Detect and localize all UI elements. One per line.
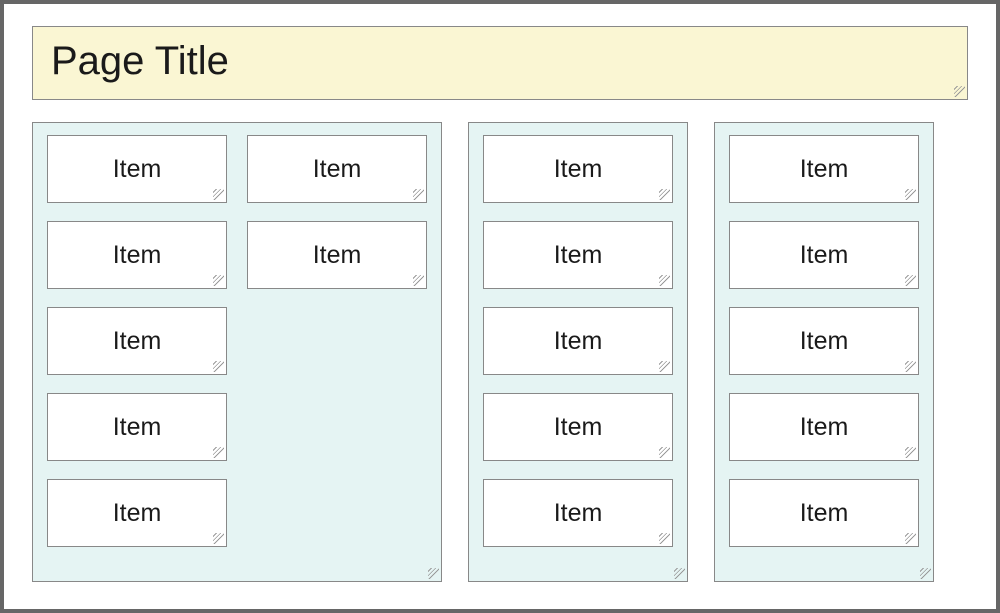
item-label: Item — [113, 241, 162, 270]
column-1-right: Item Item — [247, 135, 427, 547]
list-item[interactable]: Item — [47, 393, 227, 461]
resize-handle-icon — [213, 275, 224, 286]
resize-handle-icon — [213, 189, 224, 200]
page-title: Page Title — [51, 39, 229, 83]
column-3[interactable]: Item Item Item Item Item — [714, 122, 934, 582]
resize-handle-icon — [905, 447, 916, 458]
resize-handle-icon — [413, 189, 424, 200]
column-1-left: Item Item Item Item — [47, 135, 227, 547]
item-label: Item — [554, 155, 603, 184]
list-item[interactable]: Item — [729, 307, 919, 375]
item-label: Item — [113, 499, 162, 528]
list-item[interactable]: Item — [483, 393, 673, 461]
list-item[interactable]: Item — [47, 221, 227, 289]
resize-handle-icon — [905, 275, 916, 286]
item-label: Item — [800, 327, 849, 356]
column-2-stack: Item Item Item Item Item — [483, 135, 673, 547]
list-item[interactable]: Item — [47, 479, 227, 547]
resize-handle-icon — [659, 533, 670, 544]
item-label: Item — [800, 499, 849, 528]
item-label: Item — [800, 155, 849, 184]
list-item[interactable]: Item — [483, 221, 673, 289]
resize-handle-icon — [659, 189, 670, 200]
resize-handle-icon — [659, 275, 670, 286]
page-frame: Page Title Item Item Item — [0, 0, 1000, 613]
resize-handle-icon — [413, 275, 424, 286]
item-label: Item — [313, 155, 362, 184]
resize-handle-icon — [674, 568, 685, 579]
item-label: Item — [800, 241, 849, 270]
item-label: Item — [554, 499, 603, 528]
resize-handle-icon — [905, 189, 916, 200]
column-1[interactable]: Item Item Item Item — [32, 122, 442, 582]
item-label: Item — [554, 327, 603, 356]
resize-handle-icon — [954, 86, 965, 97]
list-item[interactable]: Item — [483, 135, 673, 203]
resize-handle-icon — [659, 361, 670, 372]
list-item[interactable]: Item — [729, 479, 919, 547]
item-label: Item — [113, 155, 162, 184]
list-item[interactable]: Item — [729, 221, 919, 289]
resize-handle-icon — [213, 447, 224, 458]
list-item[interactable]: Item — [729, 135, 919, 203]
column-2[interactable]: Item Item Item Item Item — [468, 122, 688, 582]
resize-handle-icon — [905, 533, 916, 544]
list-item[interactable]: Item — [483, 307, 673, 375]
columns-container: Item Item Item Item — [32, 122, 968, 582]
list-item[interactable]: Item — [247, 135, 427, 203]
list-item[interactable]: Item — [729, 393, 919, 461]
item-label: Item — [554, 413, 603, 442]
item-label: Item — [313, 241, 362, 270]
resize-handle-icon — [428, 568, 439, 579]
resize-handle-icon — [659, 447, 670, 458]
item-label: Item — [113, 413, 162, 442]
list-item[interactable]: Item — [47, 307, 227, 375]
list-item[interactable]: Item — [483, 479, 673, 547]
item-label: Item — [800, 413, 849, 442]
item-label: Item — [113, 327, 162, 356]
resize-handle-icon — [905, 361, 916, 372]
column-3-stack: Item Item Item Item Item — [729, 135, 919, 547]
list-item[interactable]: Item — [47, 135, 227, 203]
list-item[interactable]: Item — [247, 221, 427, 289]
item-label: Item — [554, 241, 603, 270]
resize-handle-icon — [213, 533, 224, 544]
page-title-bar[interactable]: Page Title — [32, 26, 968, 100]
resize-handle-icon — [213, 361, 224, 372]
column-1-grid: Item Item Item Item — [47, 135, 427, 547]
resize-handle-icon — [920, 568, 931, 579]
